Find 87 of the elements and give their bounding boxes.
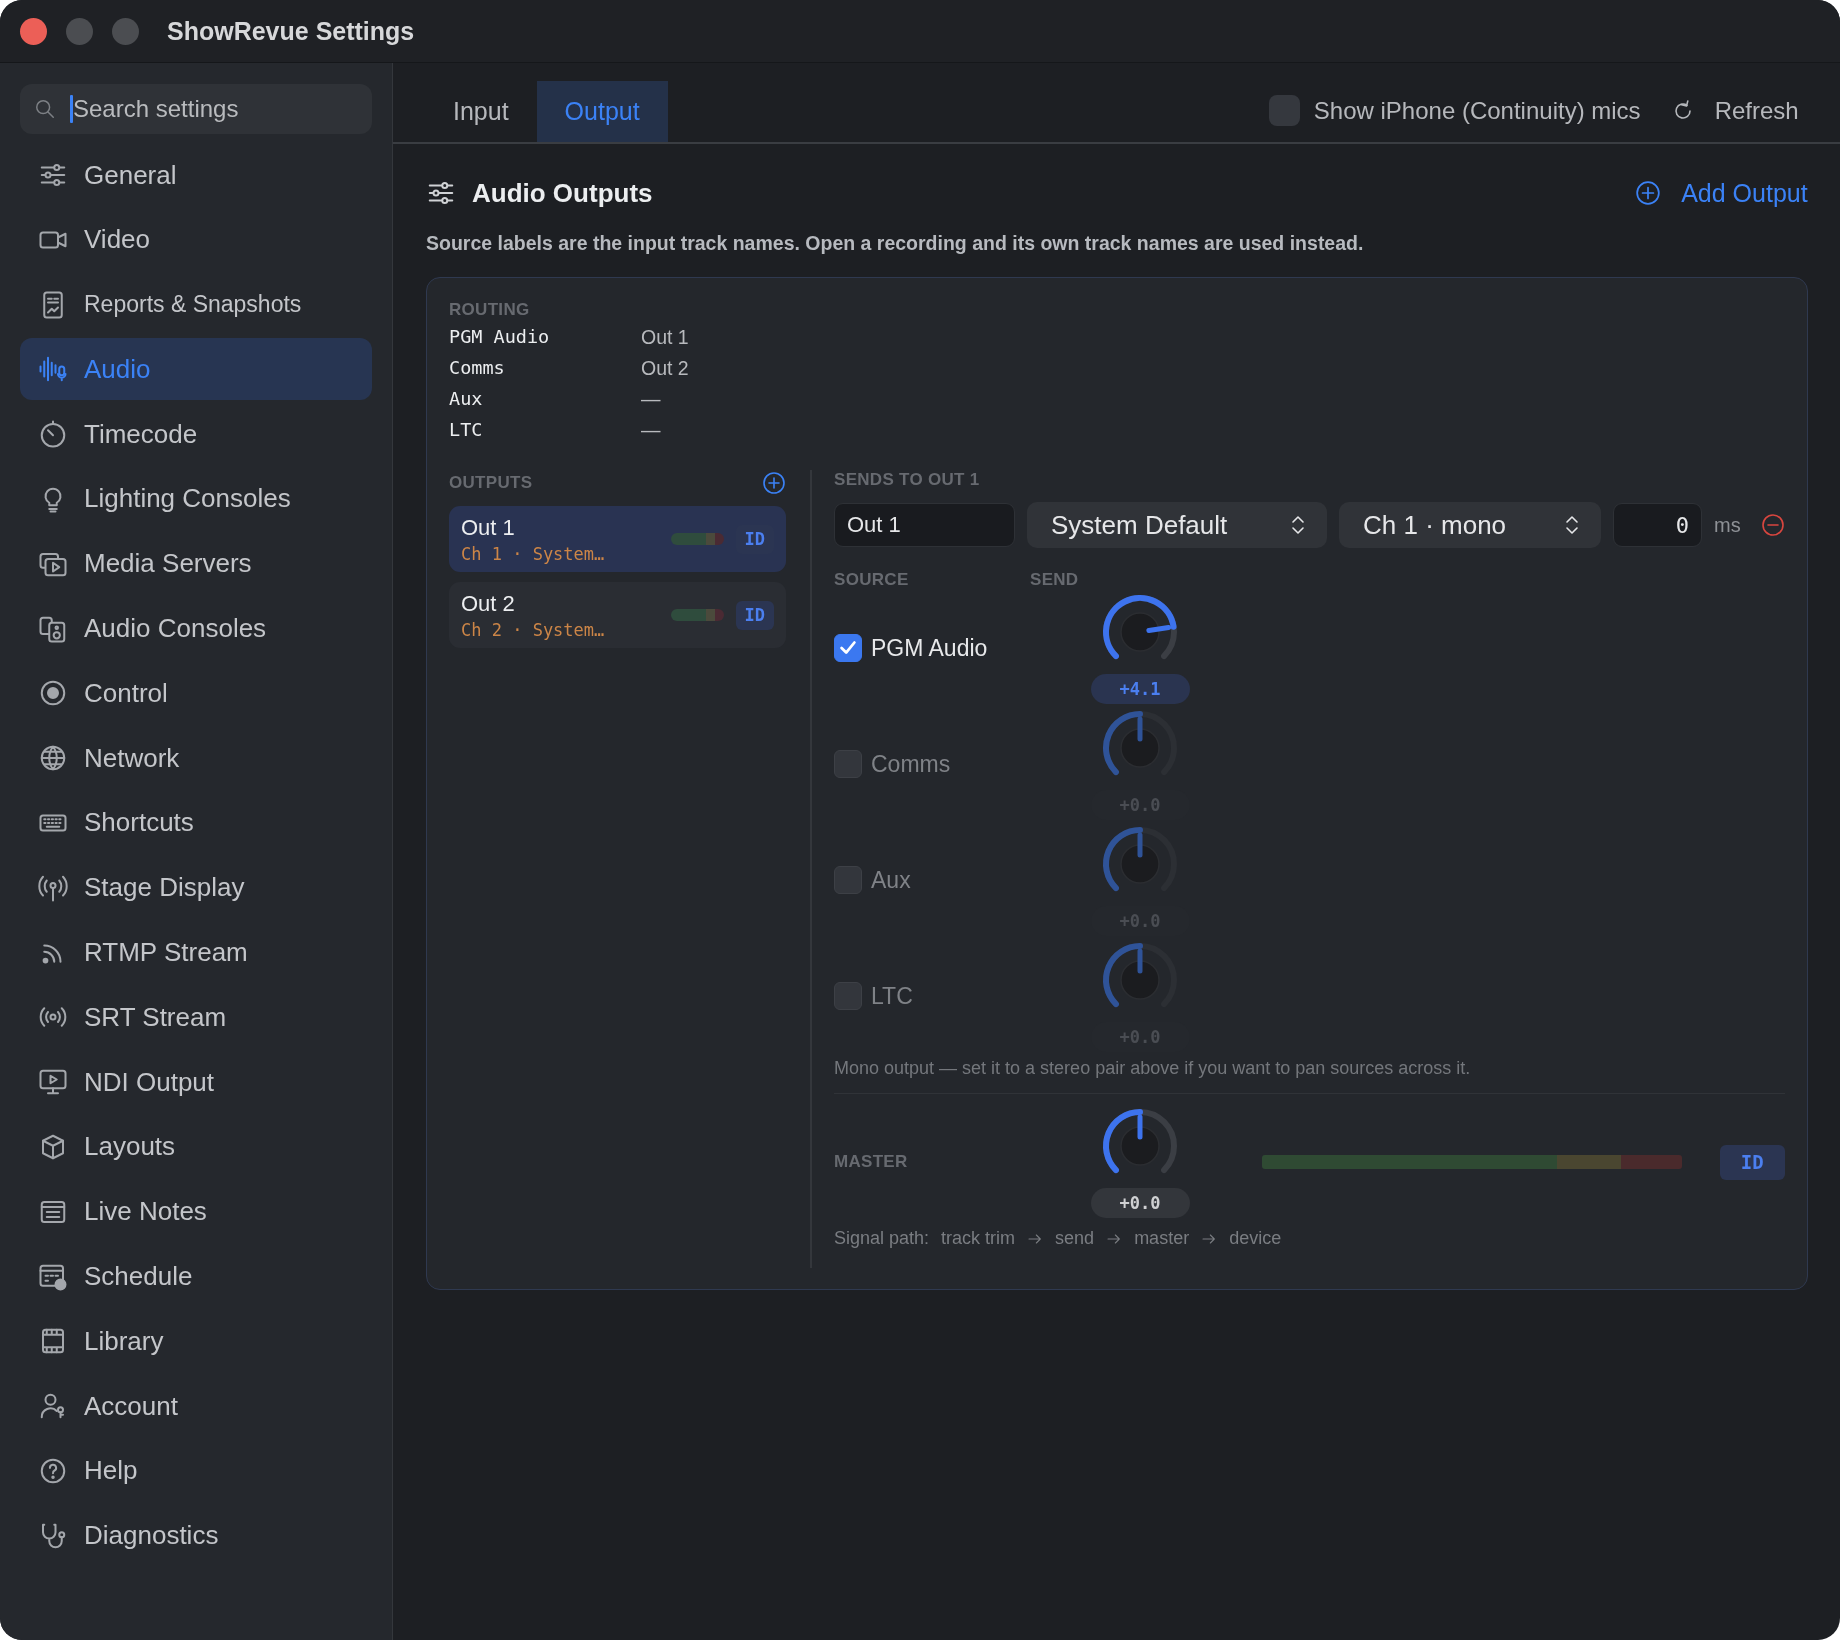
routing-source: Comms bbox=[449, 357, 506, 380]
source-label: PGM Audio bbox=[871, 634, 988, 662]
level-meter bbox=[670, 533, 724, 545]
source-label: Aux bbox=[871, 866, 911, 894]
sidebar-item[interactable]: Audio Consoles bbox=[20, 597, 372, 660]
sidebar-item[interactable]: Help bbox=[20, 1439, 372, 1502]
source-label: Comms bbox=[871, 750, 951, 778]
output-item[interactable]: Out 1 Ch 1 · System… ID bbox=[449, 506, 786, 572]
minus-circle-icon bbox=[1760, 513, 1785, 537]
sidebar-item[interactable]: Library bbox=[20, 1310, 372, 1373]
plus-circle-icon bbox=[1635, 180, 1662, 206]
column-heading: SEND bbox=[1030, 570, 1079, 590]
routing-source: Aux bbox=[449, 388, 484, 411]
section-title: Audio Outputs bbox=[472, 177, 653, 209]
up-down-chevron-icon bbox=[1289, 513, 1307, 537]
sidebar-item[interactable]: Media Servers bbox=[20, 532, 372, 595]
sidebar-item[interactable]: General bbox=[20, 144, 372, 206]
section-heading: SENDS TO OUT 1 bbox=[834, 470, 981, 490]
sidebar-item[interactable]: Reports & Snapshots bbox=[20, 273, 372, 336]
checkbox[interactable] bbox=[834, 866, 862, 894]
sidebar-item[interactable]: Schedule bbox=[20, 1245, 372, 1308]
sidebar-item[interactable]: Stage Display bbox=[20, 856, 372, 919]
channel-select[interactable]: Ch 1 · mono bbox=[1339, 502, 1601, 548]
timer-icon bbox=[38, 419, 68, 450]
add-output-button[interactable]: Add Output bbox=[1635, 178, 1808, 208]
section-description: Source labels are the input track names. Open a recording and its own track names are used instead. bbox=[426, 232, 1365, 255]
output-detail: Ch 1 · System… bbox=[461, 543, 606, 564]
sidebar-item[interactable]: Timecode bbox=[20, 403, 372, 466]
column-heading: SOURCE bbox=[834, 570, 910, 590]
sidebar-item[interactable]: Video bbox=[20, 208, 372, 271]
window-title: ShowRevue Settings bbox=[167, 16, 415, 46]
output-name: Out 1 bbox=[461, 514, 516, 541]
remove-button[interactable] bbox=[1760, 513, 1785, 537]
routing-output: Out 1 bbox=[641, 326, 690, 349]
signal-path-step: master bbox=[1134, 1228, 1190, 1249]
routing-output: — bbox=[641, 388, 662, 411]
checkbox[interactable] bbox=[834, 750, 862, 778]
add-button[interactable] bbox=[762, 471, 786, 495]
gain-readout: +0.0 bbox=[1090, 1188, 1190, 1218]
section-heading: OUTPUTS bbox=[449, 473, 533, 493]
sidebar-item[interactable]: Account bbox=[20, 1375, 372, 1438]
master-label: MASTER bbox=[834, 1152, 909, 1172]
output-detail: Ch 2 · System… bbox=[461, 619, 606, 640]
plus-circle-icon bbox=[762, 471, 786, 495]
sidebar-item[interactable]: RTMP Stream bbox=[20, 921, 372, 984]
name-field[interactable]: Out 1 bbox=[834, 503, 1015, 547]
mono-note: Mono output — set it to a stereo pair above if you want to pan sources across it. bbox=[834, 1058, 1785, 1094]
window-close-button[interactable] bbox=[20, 17, 47, 45]
sidebar-item[interactable]: NDI Output bbox=[20, 1051, 372, 1114]
search-icon bbox=[34, 98, 56, 120]
sidebar-item[interactable]: SRT Stream bbox=[20, 986, 372, 1049]
sidebar-item[interactable]: Shortcuts bbox=[20, 791, 372, 854]
routing-source: PGM Audio bbox=[449, 326, 551, 349]
output-name: Out 2 bbox=[461, 590, 516, 617]
up-down-chevron-icon bbox=[1563, 513, 1581, 537]
signal-path-step: send bbox=[1055, 1228, 1095, 1249]
sidebar-item[interactable]: Control bbox=[20, 662, 372, 725]
routing-source: LTC bbox=[449, 419, 484, 442]
section-heading: ROUTING bbox=[449, 300, 531, 320]
routing-output: — bbox=[641, 419, 662, 442]
signal-path-step: track trim bbox=[941, 1228, 1016, 1249]
routing-output: Out 2 bbox=[641, 357, 690, 380]
unit-label: ms bbox=[1714, 513, 1741, 537]
checkbox[interactable] bbox=[834, 982, 862, 1010]
text-cursor bbox=[70, 95, 73, 123]
level-meter bbox=[670, 609, 724, 621]
sidebar-item[interactable]: Network bbox=[20, 727, 372, 790]
window-zoom-button[interactable] bbox=[112, 17, 139, 45]
signal-path-label: Signal path: bbox=[834, 1228, 930, 1249]
search-field[interactable]: Search settings bbox=[20, 84, 372, 134]
checkbox[interactable] bbox=[1268, 95, 1300, 126]
sidebar-item[interactable]: Lighting Consoles bbox=[20, 468, 372, 530]
tab[interactable]: Output bbox=[536, 81, 668, 142]
delay-field[interactable]: 0 bbox=[1613, 503, 1702, 547]
tab[interactable]: Input bbox=[425, 81, 537, 142]
gain-readout: +4.1 bbox=[1090, 674, 1190, 704]
checkbox-label: Show iPhone (Continuity) mics bbox=[1313, 96, 1641, 125]
refresh-button[interactable]: Refresh bbox=[1670, 96, 1799, 125]
sidebar-item[interactable]: Live Notes bbox=[20, 1180, 372, 1243]
checkbox[interactable] bbox=[834, 634, 862, 662]
signal-path-step: device bbox=[1229, 1228, 1282, 1249]
window-minimize-button[interactable] bbox=[66, 17, 93, 45]
device-select[interactable]: System Default bbox=[1027, 502, 1327, 548]
sidebar-item[interactable]: Layouts bbox=[20, 1115, 372, 1178]
source-label: LTC bbox=[871, 982, 913, 1010]
output-item[interactable]: Out 2 Ch 2 · System… ID bbox=[449, 582, 786, 648]
sidebar-item[interactable]: Diagnostics bbox=[20, 1504, 372, 1567]
